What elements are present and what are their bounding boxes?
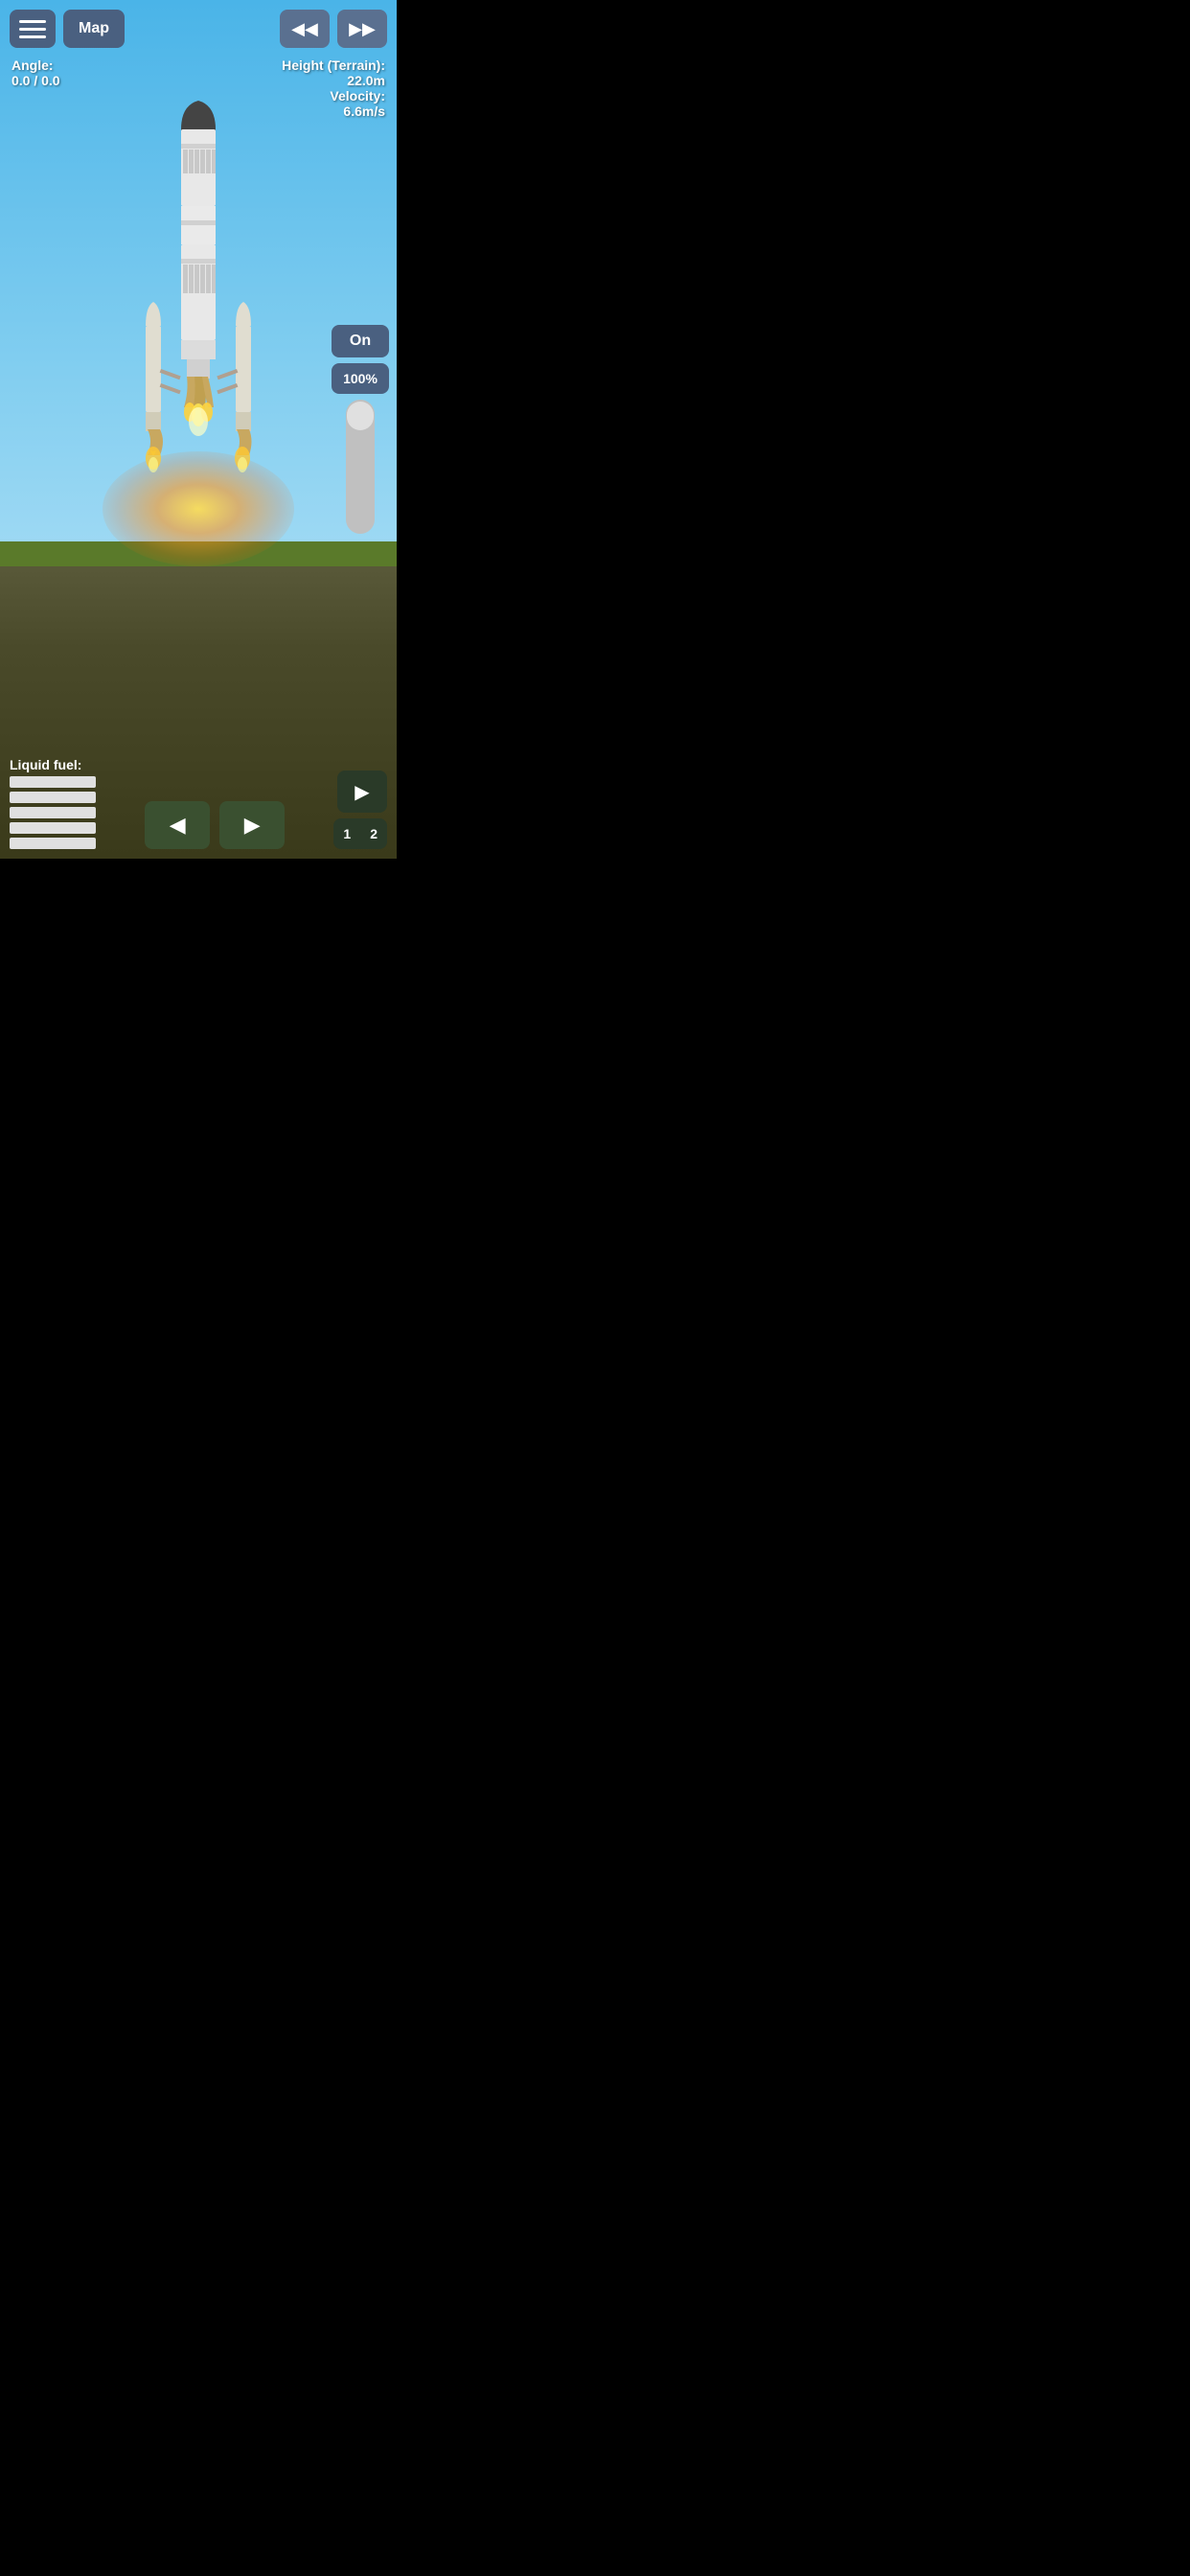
angle-label: Angle: — [11, 58, 60, 73]
thrust-slider[interactable] — [346, 400, 375, 534]
top-right-buttons: ◀◀ ▶▶ — [280, 10, 387, 48]
game-viewport: Map ◀◀ ▶▶ Angle: 0.0 / 0.0 Height (Terra… — [0, 0, 397, 859]
rewind-button[interactable]: ◀◀ — [280, 10, 330, 48]
fuel-bar-3 — [10, 807, 96, 818]
stage-2-button[interactable]: 2 — [360, 818, 387, 849]
fastforward-button[interactable]: ▶▶ — [337, 10, 387, 48]
fuel-bar-5 — [10, 838, 96, 849]
rotate-left-button[interactable]: ◀ — [145, 801, 210, 849]
menu-line-1 — [19, 20, 46, 23]
fuel-section: Liquid fuel: — [10, 757, 96, 849]
menu-line-2 — [19, 28, 46, 31]
velocity-value: 6.6m/s — [282, 104, 385, 119]
fuel-bar-4 — [10, 822, 96, 834]
rocket-svg — [112, 96, 285, 575]
menu-line-3 — [19, 35, 46, 38]
fuel-label: Liquid fuel: — [10, 757, 96, 772]
rotate-right-button[interactable]: ▶ — [219, 801, 285, 849]
fuel-bars — [10, 776, 96, 849]
telemetry-right: Height (Terrain): 22.0m Velocity: 6.6m/s — [282, 58, 385, 119]
fuel-bar-2 — [10, 792, 96, 803]
map-button[interactable]: Map — [63, 10, 125, 48]
play-button[interactable]: ▶ — [337, 770, 387, 813]
rocket-container — [112, 96, 285, 575]
engine-on-button[interactable]: On — [332, 325, 389, 357]
fuel-bar-1 — [10, 776, 96, 788]
height-label: Height (Terrain): — [282, 58, 385, 73]
thrust-percent-button[interactable]: 100% — [332, 363, 389, 394]
angle-value: 0.0 / 0.0 — [11, 73, 60, 88]
menu-button[interactable] — [10, 10, 56, 48]
velocity-label: Velocity: — [282, 88, 385, 104]
thrust-slider-handle — [347, 402, 374, 430]
height-value: 22.0m — [282, 73, 385, 88]
right-controls: On 100% — [332, 325, 389, 534]
center-nav-buttons: ◀ ▶ — [145, 801, 285, 849]
stage-buttons: 1 2 — [333, 818, 387, 849]
bottom-controls: Liquid fuel: ◀ ▶ ▶ 1 2 — [0, 757, 397, 849]
top-left-buttons: Map — [10, 10, 125, 48]
right-bottom-controls: ▶ 1 2 — [333, 770, 387, 849]
top-bar: Map ◀◀ ▶▶ — [0, 10, 397, 48]
telemetry-left: Angle: 0.0 / 0.0 — [11, 58, 60, 88]
stage-1-button[interactable]: 1 — [333, 818, 360, 849]
